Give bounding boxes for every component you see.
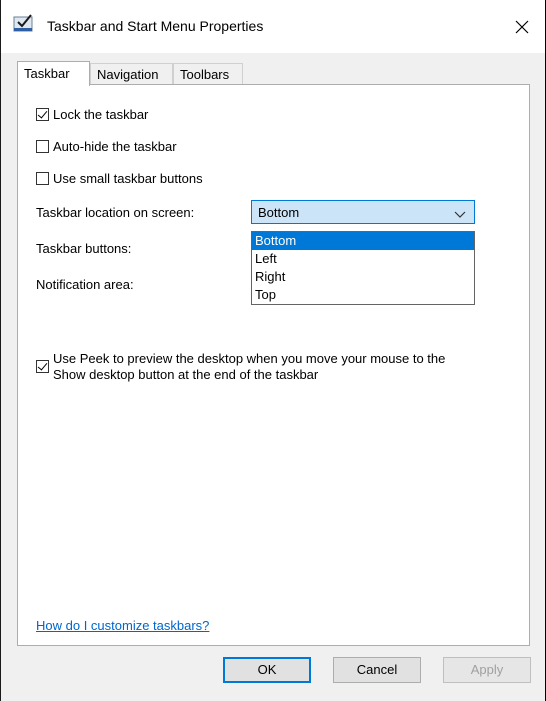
taskbar-buttons-label: Taskbar buttons: xyxy=(36,241,132,256)
close-icon xyxy=(515,20,529,33)
peek-checkbox[interactable] xyxy=(36,360,49,373)
lock-taskbar-label: Lock the taskbar xyxy=(53,107,149,122)
small-buttons-checkbox[interactable] xyxy=(36,172,49,185)
small-buttons-option[interactable]: Use small taskbar buttons xyxy=(36,171,203,186)
tab-taskbar[interactable]: Taskbar xyxy=(17,61,90,86)
autohide-taskbar-checkbox[interactable] xyxy=(36,140,49,153)
window-title: Taskbar and Start Menu Properties xyxy=(47,18,264,34)
tab-toolbars[interactable]: Toolbars xyxy=(173,63,243,85)
chevron-down-icon xyxy=(454,207,466,222)
taskbar-location-value: Bottom xyxy=(258,205,300,220)
option-left[interactable]: Left xyxy=(252,250,474,268)
lock-taskbar-checkbox[interactable] xyxy=(36,108,49,121)
apply-button[interactable]: Apply xyxy=(443,657,531,683)
title-bar[interactable]: Taskbar and Start Menu Properties xyxy=(1,0,545,53)
option-top[interactable]: Top xyxy=(252,286,474,304)
taskbar-location-label: Taskbar location on screen: xyxy=(36,205,195,220)
close-button[interactable] xyxy=(499,0,545,53)
option-bottom[interactable]: Bottom xyxy=(252,232,474,250)
cancel-button[interactable]: Cancel xyxy=(333,657,421,683)
peek-option[interactable]: Use Peek to preview the desktop when you… xyxy=(36,351,445,383)
properties-dialog: Taskbar and Start Menu Properties Taskba… xyxy=(0,0,545,701)
autohide-taskbar-label: Auto-hide the taskbar xyxy=(53,139,177,154)
notification-area-label: Notification area: xyxy=(36,277,134,292)
small-buttons-label: Use small taskbar buttons xyxy=(53,171,203,186)
taskbar-properties-icon xyxy=(13,14,35,34)
tab-navigation[interactable]: Navigation xyxy=(90,63,173,85)
peek-label: Use Peek to preview the desktop when you… xyxy=(53,351,445,383)
taskbar-location-select[interactable]: Bottom xyxy=(251,200,475,224)
ok-button[interactable]: OK xyxy=(223,657,311,683)
lock-taskbar-option[interactable]: Lock the taskbar xyxy=(36,107,148,122)
autohide-taskbar-option[interactable]: Auto-hide the taskbar xyxy=(36,139,177,154)
option-right[interactable]: Right xyxy=(252,268,474,286)
peek-label-line-1: Use Peek to preview the desktop when you… xyxy=(53,351,446,366)
taskbar-location-dropdown: Bottom Left Right Top xyxy=(251,231,475,305)
help-link[interactable]: How do I customize taskbars? xyxy=(36,618,209,633)
peek-label-line-2: Show desktop button at the end of the ta… xyxy=(53,367,319,382)
taskbar-tab-panel: Lock the taskbar Auto-hide the taskbar U… xyxy=(17,84,530,646)
